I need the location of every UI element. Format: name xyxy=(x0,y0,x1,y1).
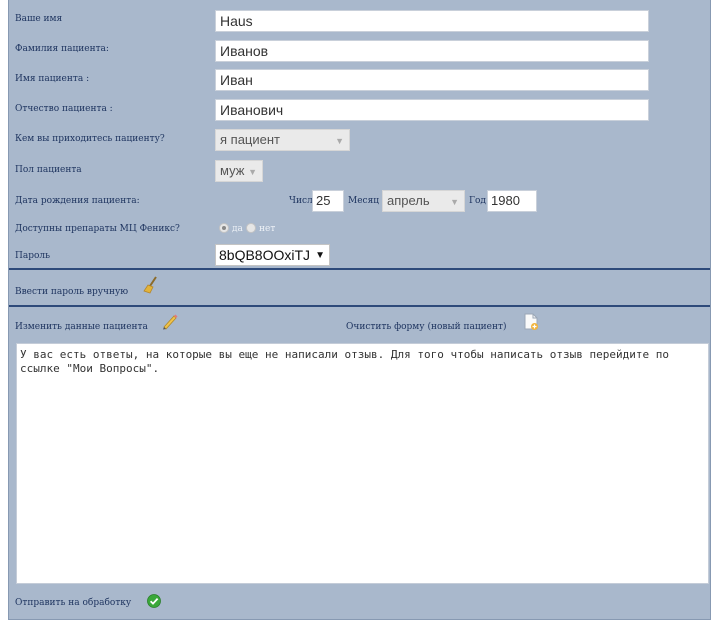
password-value: 8bQB8OOxiTJ xyxy=(219,247,311,263)
separator xyxy=(9,268,710,270)
relation-select[interactable]: я пациент ▼ xyxy=(215,129,350,151)
surname-label: Фамилия пациента: xyxy=(15,44,109,54)
manual-password-link[interactable]: Ввести пароль вручную xyxy=(15,287,128,297)
drugs-available-label: Доступны препараты МЦ Феникс? xyxy=(15,224,180,234)
month-label: Месяц xyxy=(348,196,380,206)
clear-form-link[interactable]: Очистить форму (новый пациент) xyxy=(346,322,506,332)
relation-select-value: я пациент xyxy=(220,132,280,147)
relation-label: Кем вы приходитесь пациенту? xyxy=(15,134,165,144)
year-label: Год xyxy=(469,196,486,206)
chevron-down-icon: ▼ xyxy=(335,136,344,146)
month-select[interactable]: апрель ▼ xyxy=(382,190,465,212)
year-input[interactable]: 1980 xyxy=(487,190,537,212)
drugs-yes-radio[interactable] xyxy=(219,223,229,233)
drugs-no-label: нет xyxy=(259,224,276,234)
surname-input[interactable]: Иванов xyxy=(215,40,649,62)
message-textarea[interactable]: У вас есть ответы, на которые вы еще не … xyxy=(16,343,709,584)
sex-select[interactable]: муж ▼ xyxy=(215,160,263,182)
separator xyxy=(9,305,710,307)
patient-form-panel: Ваше имя Haus Фамилия пациента: Иванов И… xyxy=(8,0,711,620)
your-name-input[interactable]: Haus xyxy=(215,10,649,32)
patronymic-label: Отчество пациента : xyxy=(15,104,113,114)
broom-icon[interactable] xyxy=(143,276,159,294)
drugs-no-radio[interactable] xyxy=(246,223,256,233)
password-label: Пароль xyxy=(15,251,51,261)
sex-select-value: муж xyxy=(220,163,245,178)
new-document-icon[interactable] xyxy=(523,313,539,331)
chevron-down-icon: ▼ xyxy=(315,250,325,261)
drugs-yes-label: да xyxy=(232,224,243,234)
month-select-value: апрель xyxy=(387,193,430,208)
your-name-label: Ваше имя xyxy=(15,14,63,24)
first-name-input[interactable]: Иван xyxy=(215,69,649,91)
chevron-down-icon: ▼ xyxy=(450,197,459,207)
pencil-icon[interactable] xyxy=(161,312,179,330)
birthdate-label: Дата рождения пациента: xyxy=(15,196,140,206)
sex-label: Пол пациента xyxy=(15,165,82,175)
patronymic-input[interactable]: Иванович xyxy=(215,99,649,121)
chevron-down-icon: ▼ xyxy=(248,167,257,177)
submit-link[interactable]: Отправить на обработку xyxy=(15,598,131,608)
day-input[interactable]: 25 xyxy=(312,190,344,212)
edit-patient-link[interactable]: Изменить данные пациента xyxy=(15,322,148,332)
green-check-icon[interactable] xyxy=(147,594,161,608)
password-select[interactable]: 8bQB8OOxiTJ ▼ xyxy=(215,244,330,266)
first-name-label: Имя пациента : xyxy=(15,74,90,84)
